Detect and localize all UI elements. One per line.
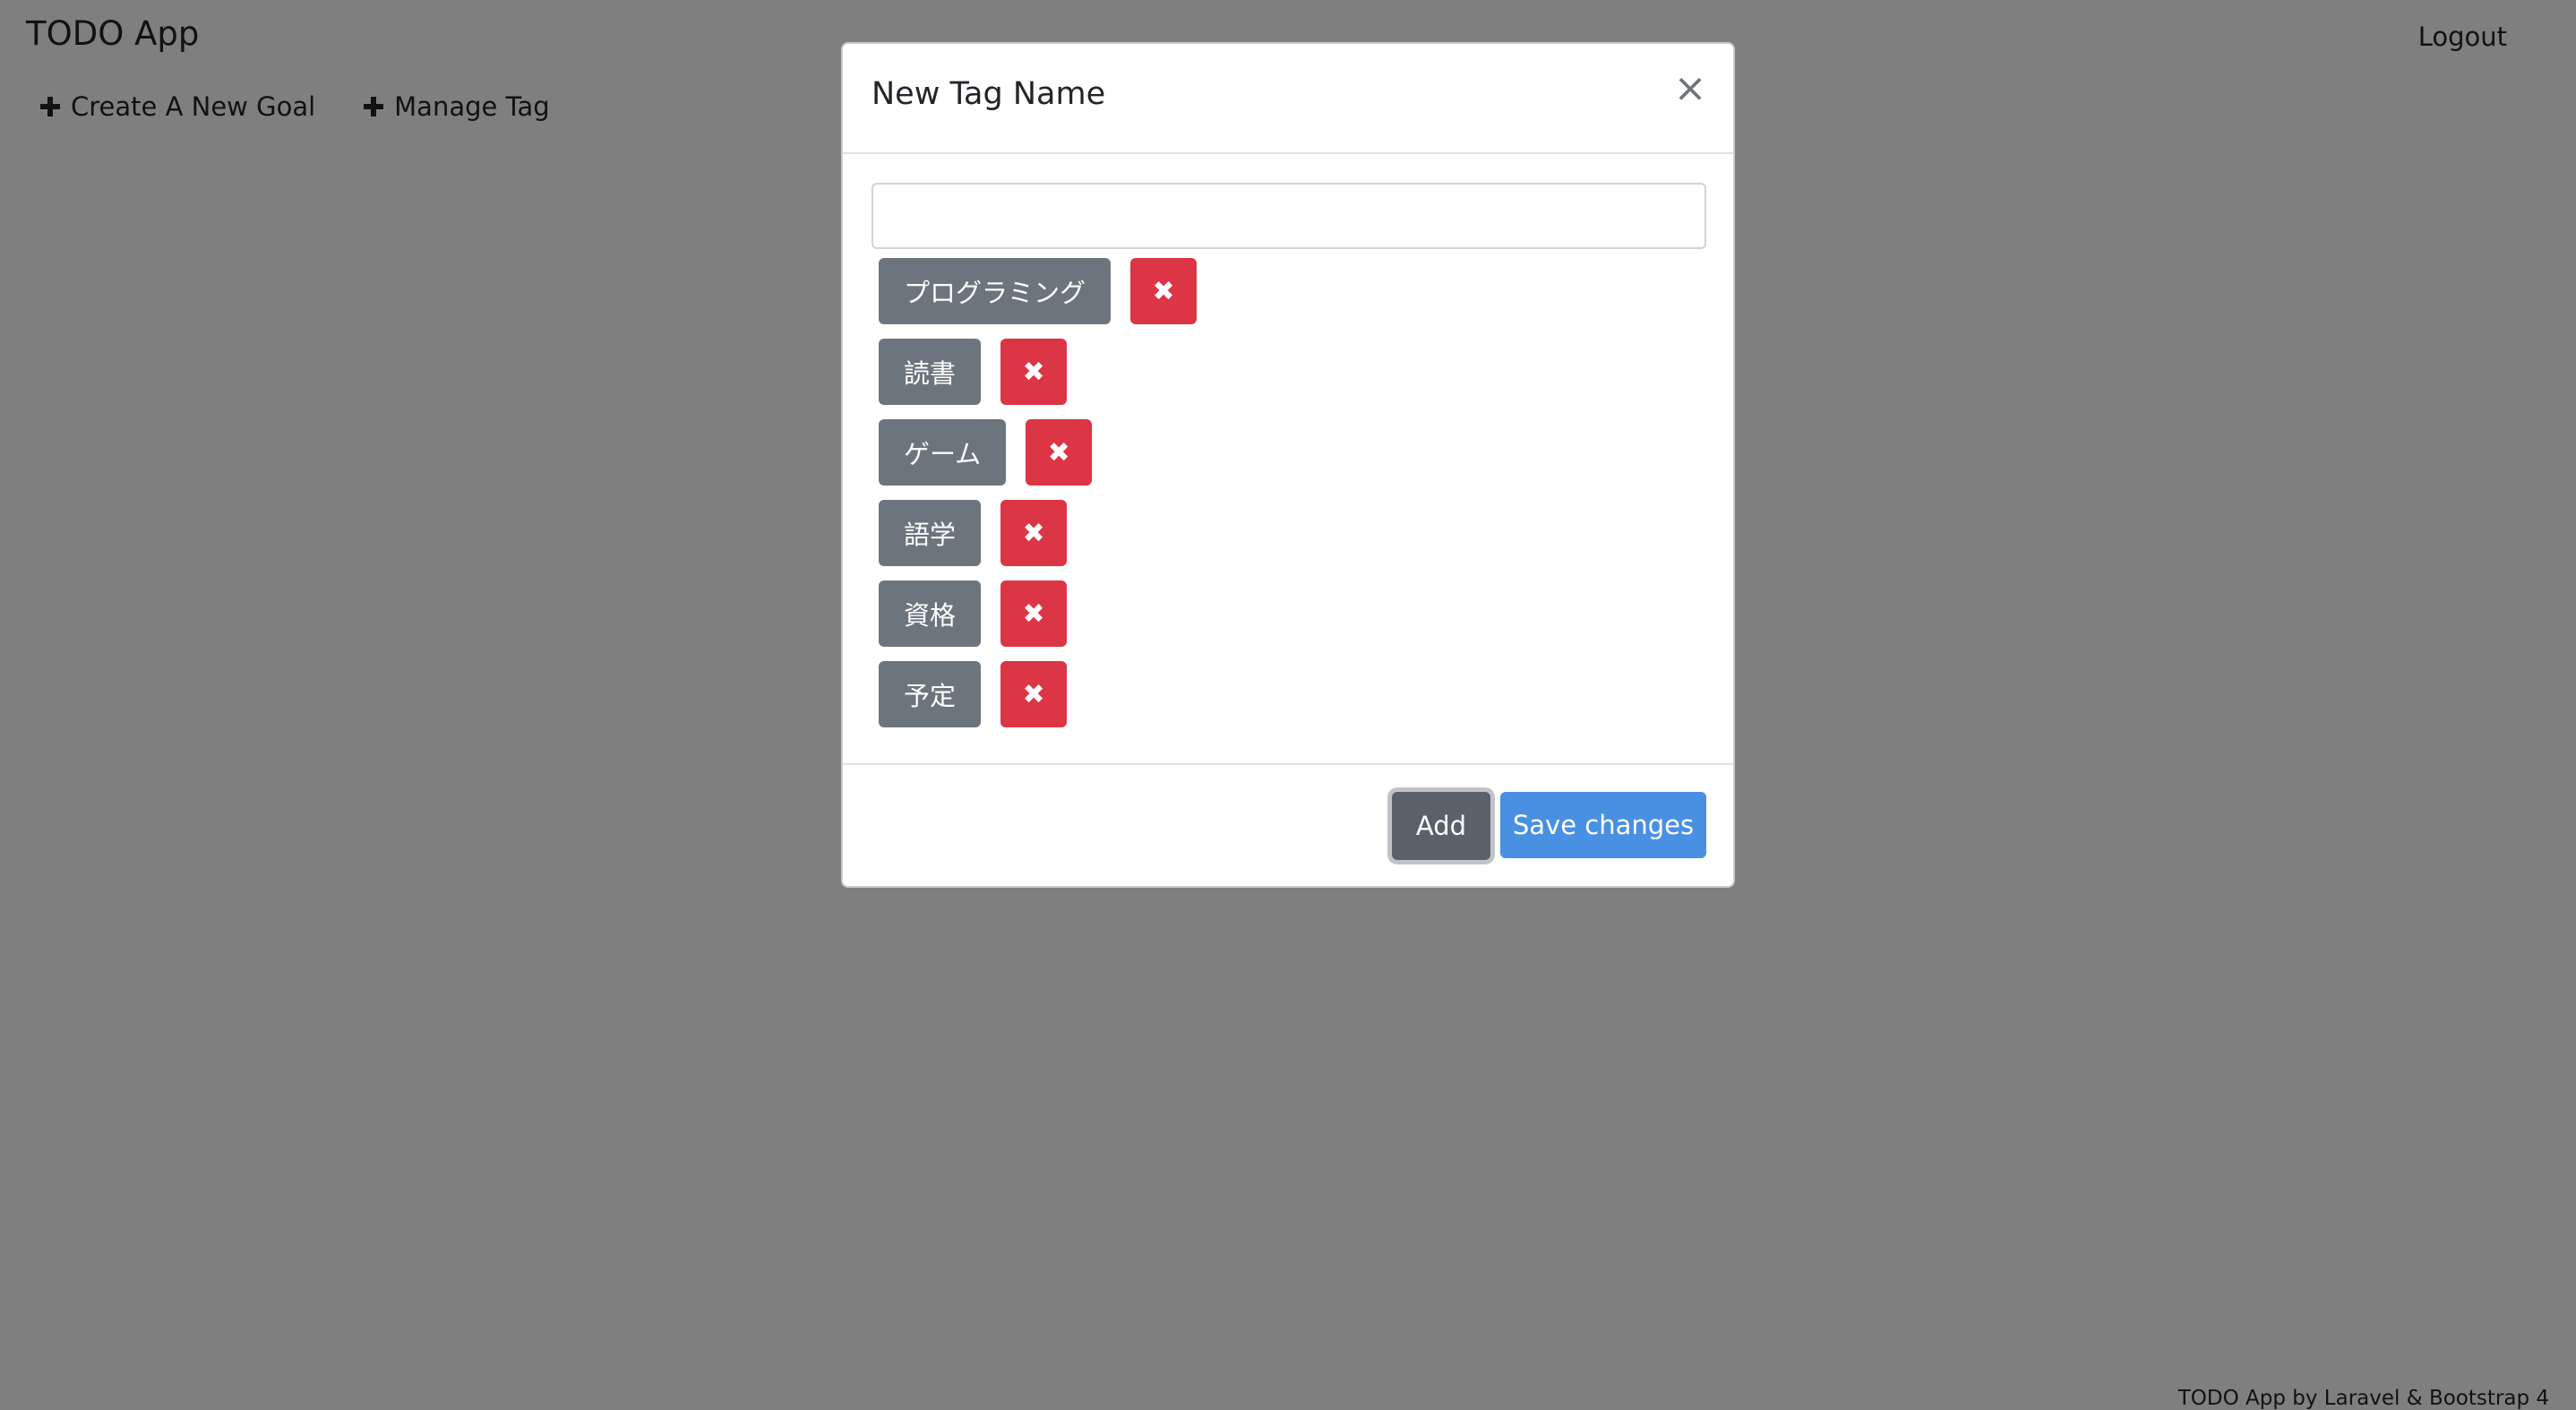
tag-row: 語学 ✖ [879, 500, 1197, 566]
modal-title: New Tag Name [872, 76, 1106, 112]
tag-button[interactable]: 資格 [879, 580, 982, 647]
tag-row: 読書 ✖ [879, 339, 1197, 405]
delete-tag-button[interactable]: ✖ [1130, 258, 1198, 324]
close-icon: ✖ [1022, 598, 1045, 630]
modal-header: New Tag Name × [843, 44, 1733, 154]
tag-button[interactable]: ゲーム [879, 419, 1007, 486]
tag-row: プログラミング ✖ [879, 258, 1198, 324]
close-icon: ✖ [1152, 275, 1175, 307]
delete-tag-button[interactable]: ✖ [1000, 661, 1068, 727]
add-button[interactable]: Add [1392, 792, 1490, 860]
close-icon: ✖ [1022, 678, 1045, 710]
delete-tag-button[interactable]: ✖ [1026, 419, 1093, 486]
tag-button[interactable]: プログラミング [879, 258, 1112, 324]
save-changes-button[interactable]: Save changes [1500, 792, 1706, 858]
close-icon: ✖ [1022, 517, 1045, 549]
tag-modal: New Tag Name × プログラミング ✖ 読書 ✖ ゲーム ✖ 語学 ✖… [841, 42, 1735, 888]
delete-tag-button[interactable]: ✖ [1000, 339, 1068, 405]
tag-name-input[interactable] [872, 183, 1706, 249]
tag-list: プログラミング ✖ 読書 ✖ ゲーム ✖ 語学 ✖ 資格 ✖ 予定 ✖ [879, 258, 1198, 742]
tag-button[interactable]: 予定 [879, 661, 982, 727]
tag-row: ゲーム ✖ [879, 419, 1197, 486]
delete-tag-button[interactable]: ✖ [1000, 500, 1068, 566]
tag-row: 予定 ✖ [879, 661, 1197, 727]
modal-footer: Add Save changes [843, 763, 1733, 890]
close-icon: ✖ [1022, 356, 1045, 388]
close-icon: ✖ [1047, 436, 1070, 469]
delete-tag-button[interactable]: ✖ [1000, 580, 1068, 647]
tag-button[interactable]: 読書 [879, 339, 982, 405]
tag-button[interactable]: 語学 [879, 500, 982, 566]
close-icon[interactable]: × [1672, 67, 1708, 110]
tag-row: 資格 ✖ [879, 580, 1197, 647]
